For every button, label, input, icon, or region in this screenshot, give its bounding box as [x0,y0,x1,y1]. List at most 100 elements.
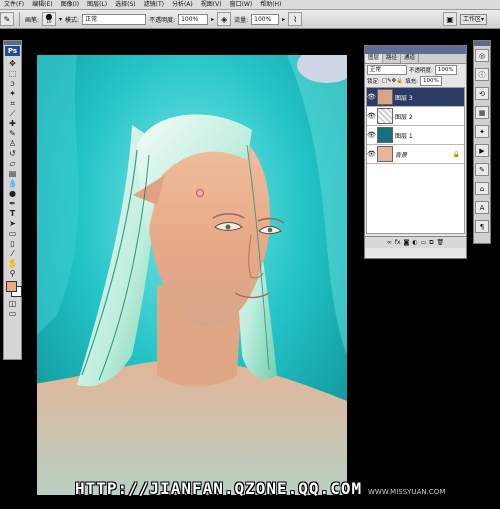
layer-name: 图层 2 [395,113,413,121]
history-icon[interactable]: ⟲ [475,87,489,100]
dodge-tool-icon[interactable]: ● [7,189,19,198]
palette-well-icon[interactable]: ▣ [442,12,457,26]
styles-icon[interactable]: ✦ [475,125,489,138]
mask-icon[interactable]: ◙ [404,239,410,246]
brushes-icon[interactable]: ✎ [475,163,489,176]
flow-dropdown-icon[interactable]: ▸ [282,16,285,23]
workspace-label: 工作区 [462,15,481,23]
mode-label: 模式: [65,16,80,24]
fill-field[interactable]: 100% [419,75,442,86]
quick-mask-icon[interactable]: ◫ [7,299,19,308]
painting [37,55,347,495]
ps-logo[interactable]: Ps [5,46,20,56]
layer-thumbnail [377,108,393,124]
hand-tool-icon[interactable]: ✋ [7,259,19,268]
dock-grip[interactable] [474,41,490,46]
pressure-opacity-icon[interactable]: ◈ [217,12,232,26]
eyedropper-icon[interactable]: ⁄ [7,249,19,258]
menu-filter[interactable]: 滤镜(T) [140,0,168,9]
menu-layer[interactable]: 图层(L) [83,0,111,9]
brush-tool-icon[interactable]: ✎ [7,129,19,138]
toolbox: Ps ✥ ⬚ ↄ ✦ ⌗ ⟋ ✚ ✎ ♙ ↺ ▱ ▤ 💧 ● ✒ T ➤ ▭ ▯… [3,40,22,360]
eye-icon[interactable]: 👁 [367,131,376,139]
brush-label: 画笔: [25,16,40,24]
menu-analysis[interactable]: 分析(A) [168,0,197,9]
document-canvas[interactable] [37,55,347,495]
panel-grip[interactable] [365,46,466,54]
path-selection-icon[interactable]: ➤ [7,219,19,228]
adjustment-icon[interactable]: ◐ [412,239,417,246]
menu-edit[interactable]: 编辑(E) [28,0,56,9]
menu-window[interactable]: 窗口(W) [226,0,257,9]
eye-icon[interactable]: 👁 [367,112,376,120]
layer-thumbnail [377,127,393,143]
eye-icon[interactable]: 👁 [367,150,376,158]
chevron-down-icon[interactable]: ▾ [59,16,62,23]
crop-tool-icon[interactable]: ⌗ [7,99,19,108]
move-tool-icon[interactable]: ✥ [7,59,19,68]
tool-presets-icon[interactable]: ⌂ [475,182,489,195]
opacity-dropdown-icon[interactable]: ▸ [211,16,214,23]
slice-tool-icon[interactable]: ⟋ [7,109,19,118]
menu-help[interactable]: 帮助(H) [256,0,285,9]
layer-name: 图层 1 [395,132,413,140]
tab-paths[interactable]: 路径 [383,54,402,63]
trash-icon[interactable]: 🗑 [437,239,445,246]
lock-icon[interactable]: □✎✥🔒 [382,78,403,84]
blur-tool-icon[interactable]: 💧 [7,179,19,188]
watermark-site: WWW.MISSYUAN.COM [368,488,446,496]
paragraph-icon[interactable]: ¶ [475,220,489,233]
brush-picker[interactable]: ● 16 [42,12,57,26]
opacity-label: 不透明度: [149,16,176,24]
menu-select[interactable]: 选择(S) [111,0,140,9]
swatches-icon[interactable]: ▦ [475,106,489,119]
blend-mode-select[interactable]: 正常 [367,64,407,75]
mode-select[interactable]: 正常 [82,13,147,25]
flow-field[interactable]: 100% [251,13,280,25]
folder-icon[interactable]: ▭ [421,239,427,246]
new-layer-icon[interactable]: ⧉ [429,239,433,247]
layer-thumbnail [377,146,393,162]
link-icon[interactable]: ∞ [387,239,392,246]
layer-row[interactable]: 👁 图层 3 [367,88,464,107]
lasso-tool-icon[interactable]: ↄ [7,79,19,88]
menu-view[interactable]: 视图(V) [197,0,226,9]
left-iris [225,224,231,230]
info-icon[interactable]: ⓘ [475,68,489,81]
zoom-tool-icon[interactable]: ⚲ [7,269,19,278]
pen-tool-icon[interactable]: ✒ [7,199,19,208]
type-tool-icon[interactable]: T [7,209,19,218]
layer-row[interactable]: 👁 背景 🔒 [367,145,464,164]
eraser-tool-icon[interactable]: ▱ [7,159,19,168]
screen-mode-icon[interactable]: ▭ [7,309,19,318]
menu-image[interactable]: 图像(I) [57,0,83,9]
character-icon[interactable]: A [475,201,489,214]
eye-icon[interactable]: 👁 [367,93,376,101]
airbrush-icon[interactable]: ⌇ [288,12,303,26]
shape-tool-icon[interactable]: ▭ [7,229,19,238]
workspace-button[interactable]: 工作区 ▾ [459,13,487,25]
foreground-color-swatch[interactable] [5,281,17,292]
magic-wand-icon[interactable]: ✦ [7,89,19,98]
brush-tool-preset-icon[interactable]: ✎ [0,12,14,26]
healing-brush-icon[interactable]: ✚ [7,119,19,128]
navigator-icon[interactable]: ◎ [475,49,489,62]
toolbox-grip[interactable] [4,41,21,45]
chevron-down-icon: ▾ [480,15,484,23]
blend-row: 正常 不透明度: 100% [365,64,466,75]
notes-tool-icon[interactable]: ▯ [7,239,19,248]
layer-row[interactable]: 👁 图层 1 [367,126,464,145]
tab-channels[interactable]: 通道 [401,54,420,63]
layer-row[interactable]: 👁 图层 2 [367,107,464,126]
clone-stamp-icon[interactable]: ♙ [7,139,19,148]
options-bar: ✎ 画笔: ● 16 ▾ 模式: 正常 不透明度: 100% ▸ ◈ 流量: 1… [0,10,500,29]
history-brush-icon[interactable]: ↺ [7,149,19,158]
opacity-field[interactable]: 100% [178,13,209,25]
tab-layers[interactable]: 图层 [365,54,384,63]
gradient-tool-icon[interactable]: ▤ [7,169,19,178]
marquee-tool-icon[interactable]: ⬚ [7,69,19,78]
fx-icon[interactable]: fx [395,239,401,246]
menu-file[interactable]: 文件(F) [0,0,28,9]
layer-opacity-field[interactable]: 100% [434,64,457,75]
actions-icon[interactable]: ▶ [475,144,489,157]
